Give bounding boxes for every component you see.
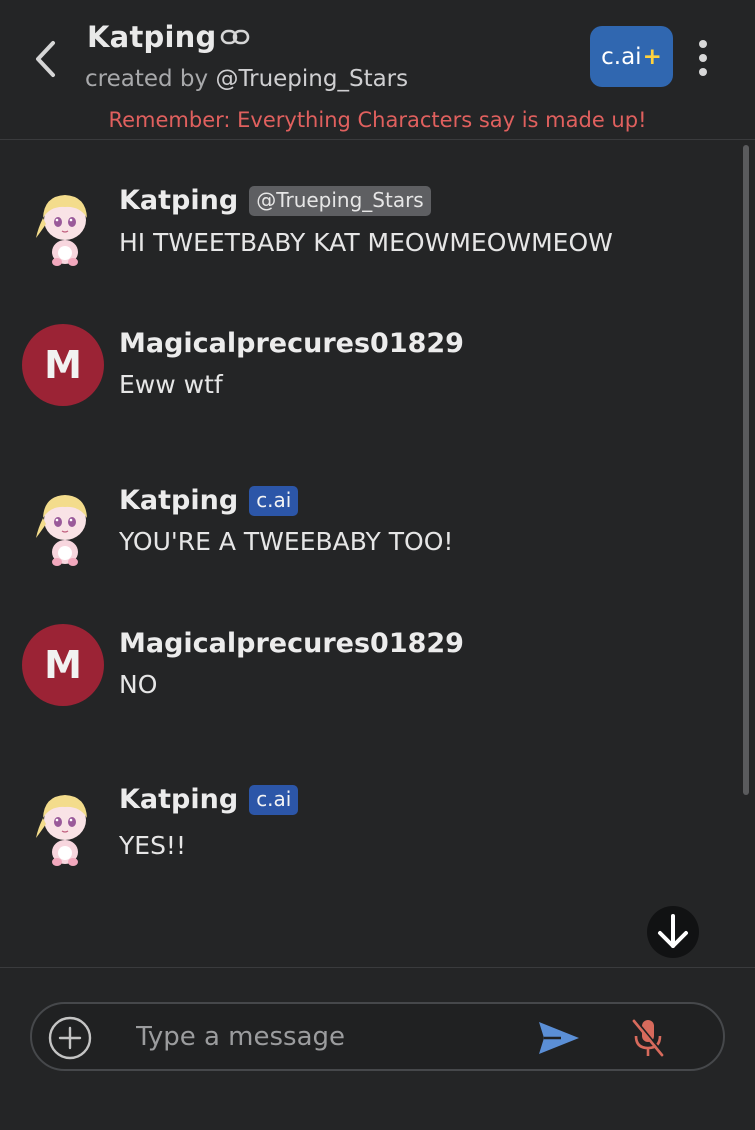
sender-name: Magicalprecures01829 (119, 328, 464, 359)
arrow-down-icon (658, 914, 688, 948)
message-sender: Magicalprecures01829 (119, 328, 464, 359)
katping-avatar[interactable] (34, 790, 96, 866)
cai-badge: c.ai (249, 485, 299, 516)
message-text: YOU'RE A TWEEBABY TOO! (119, 527, 454, 556)
user-avatar[interactable]: M (22, 624, 104, 706)
composer-bar (0, 967, 755, 1130)
more-vertical-icon[interactable] (690, 36, 716, 80)
chat-header: Katping created by @Trueping_Stars c.ai +… (0, 0, 755, 140)
message-text: Eww wtf (119, 370, 223, 399)
user-avatar[interactable]: M (22, 324, 104, 406)
creator-prefix: created by (85, 66, 216, 92)
message-text: HI TWEETBABY KAT MEOWMEOWMEOW (119, 228, 613, 257)
katping-avatar[interactable] (34, 190, 96, 266)
message-text: NO (119, 670, 158, 699)
plus-circle-icon[interactable] (46, 1014, 94, 1062)
message-composer (30, 1002, 725, 1071)
scroll-to-bottom-button[interactable] (647, 906, 699, 958)
message-text: YES!! (119, 831, 186, 860)
character-name-text: Katping (87, 20, 217, 54)
cai-plus-button[interactable]: c.ai + (590, 26, 673, 87)
chat-screen: Katping created by @Trueping_Stars c.ai +… (0, 0, 755, 1130)
cai-plus-suffix: + (642, 43, 662, 70)
creator-handle[interactable]: @Trueping_Stars (215, 66, 408, 92)
send-icon (539, 1022, 579, 1054)
character-name[interactable]: Katping (87, 20, 250, 54)
message-sender: Katping @Trueping_Stars (119, 185, 431, 216)
back-chevron-icon (36, 41, 55, 77)
katping-avatar[interactable] (34, 490, 96, 566)
cai-badge: c.ai (249, 784, 299, 815)
creator-line: created by @Trueping_Stars (85, 66, 408, 92)
creator-badge: @Trueping_Stars (249, 185, 431, 216)
message-sender: Katping c.ai (119, 485, 299, 516)
message-sender: Magicalprecures01829 (119, 628, 464, 659)
sender-name: Katping (119, 485, 239, 516)
mic-button[interactable] (628, 1016, 668, 1060)
avatar-letter: M (44, 343, 82, 387)
sender-name: Magicalprecures01829 (119, 628, 464, 659)
sender-name: Katping (119, 185, 239, 216)
message-sender: Katping c.ai (119, 784, 299, 815)
disclaimer-text: Remember: Everything Characters say is m… (108, 108, 647, 132)
send-button[interactable] (536, 1017, 582, 1059)
back-button[interactable] (26, 36, 66, 82)
cai-plus-label: c.ai (601, 43, 642, 70)
avatar-letter: M (44, 643, 82, 687)
message-input[interactable] (136, 1016, 516, 1058)
mic-off-icon (632, 1019, 665, 1057)
link-icon[interactable] (220, 27, 250, 47)
chat-scrollbar[interactable] (743, 145, 749, 795)
sender-name: Katping (119, 784, 239, 815)
